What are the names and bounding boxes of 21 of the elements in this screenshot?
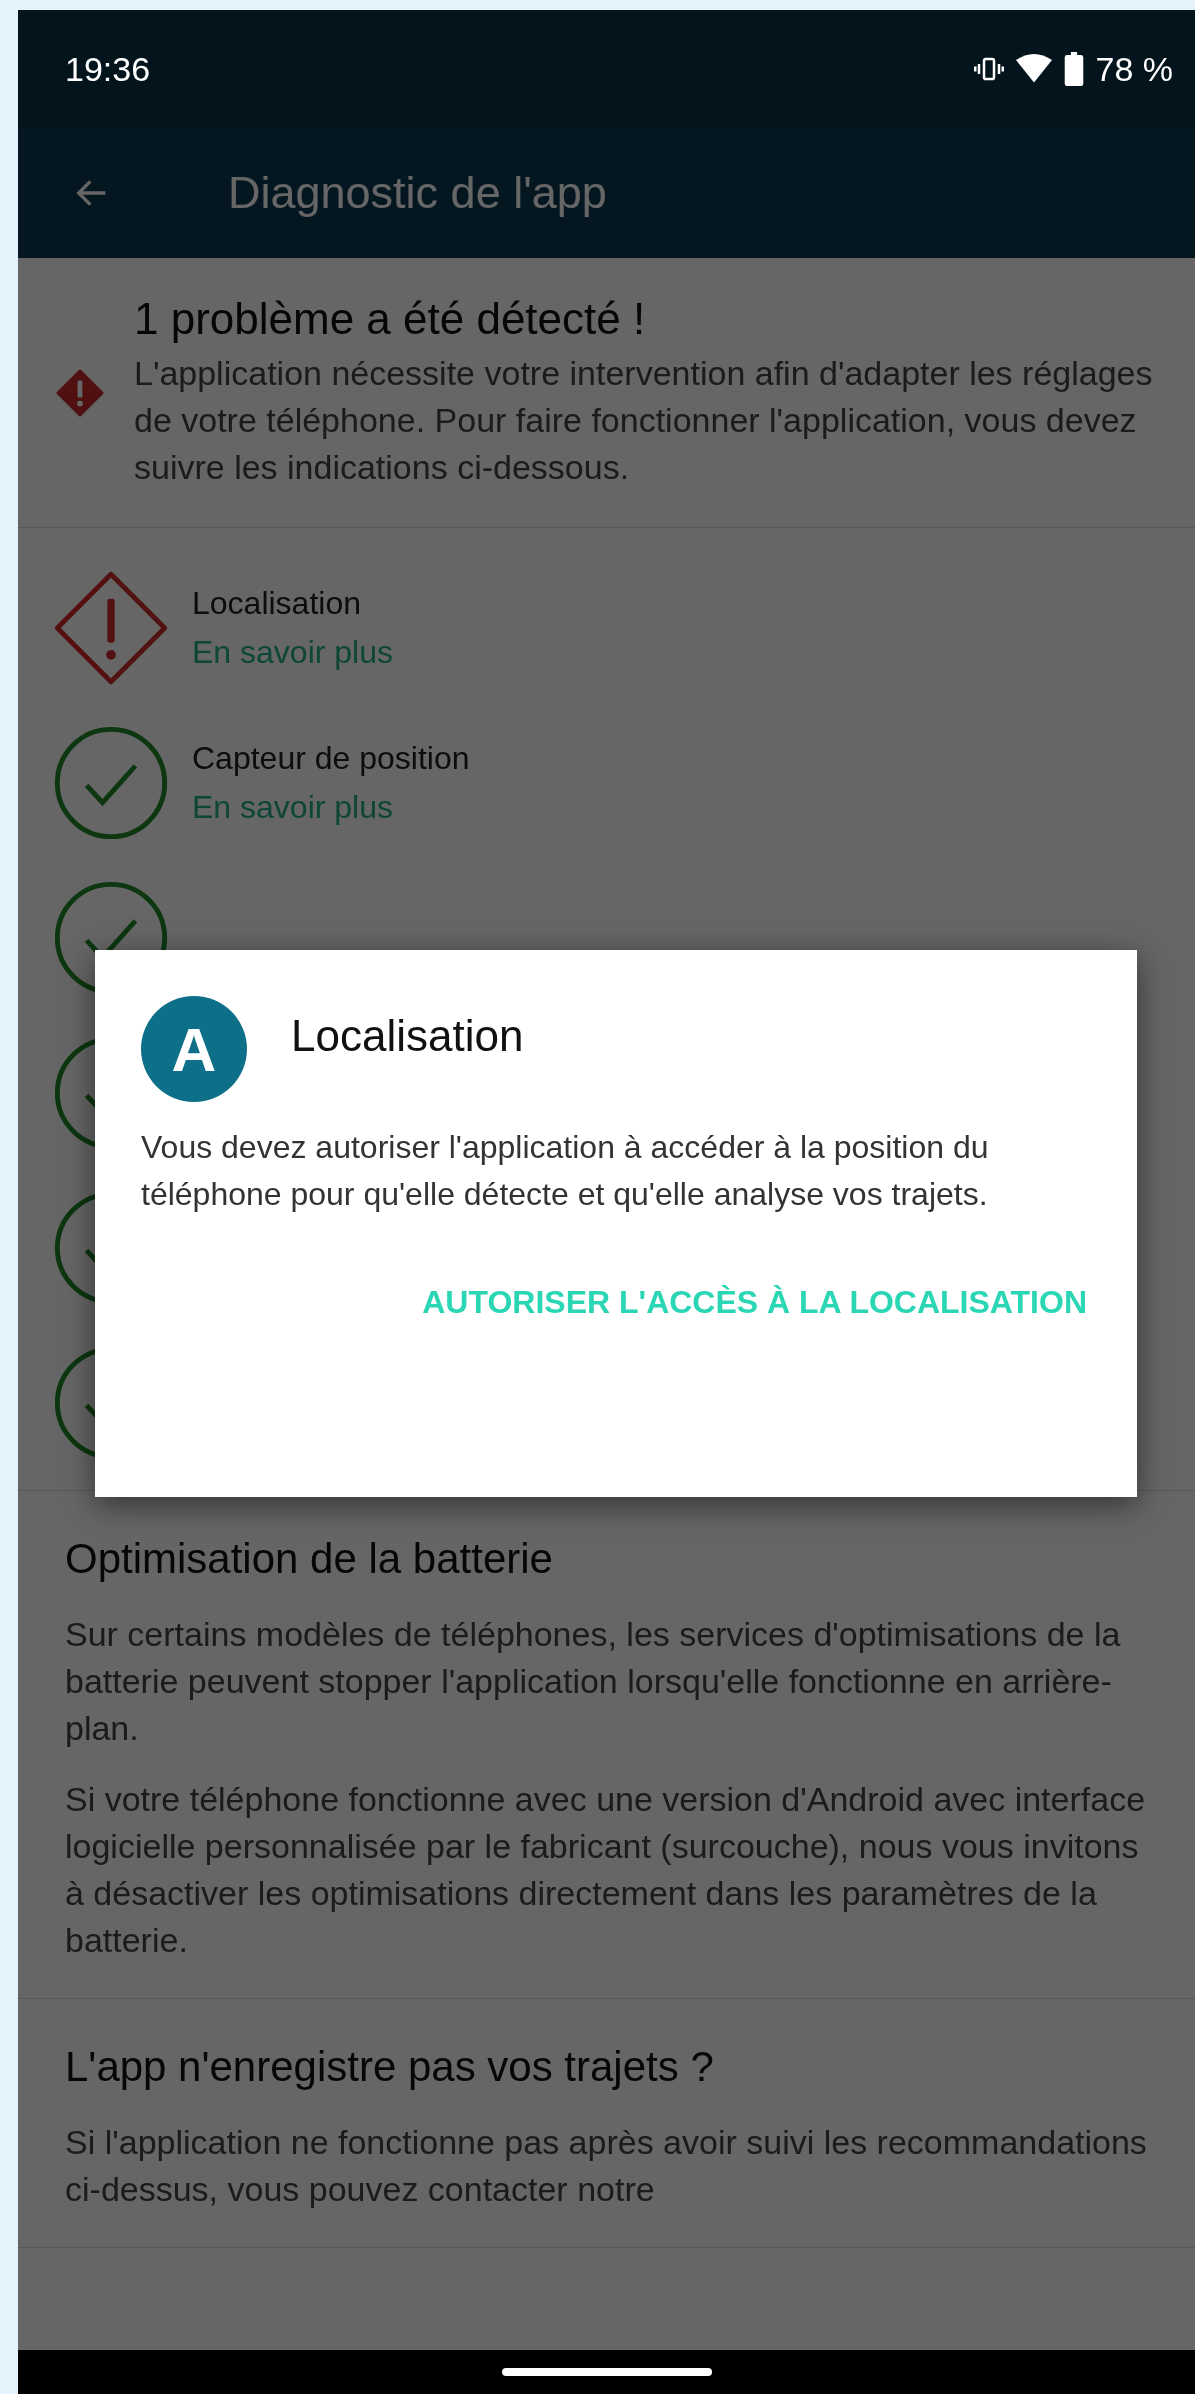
paragraph: Sur certains modèles de téléphones, les services d'optimisations de la batterie peuvent stopper l'application lorsqu'elle fonctionne en arrière-plan.: [65, 1614, 1122, 1749]
learn-more-link[interactable]: En savoir plus: [192, 788, 470, 826]
app-avatar: A: [141, 996, 247, 1102]
allow-location-button[interactable]: AUTORISER L'ACCÈS À LA LOCALISATION: [418, 1270, 1091, 1335]
section-heading: Optimisation de la batterie: [65, 1535, 554, 1583]
alert-title: 1 problème a été détecté !: [134, 294, 647, 344]
battery-percentage: 78 %: [1095, 49, 1173, 89]
check-title: Localisation: [192, 584, 362, 622]
learn-more-link[interactable]: En savoir plus: [192, 633, 393, 671]
section-heading: L'app n'enregistre pas vos trajets ?: [65, 2043, 715, 2091]
home-handle[interactable]: [501, 2368, 712, 2376]
paragraph: Si l'application ne fonctionne pas après avoir suivi les recommandations ci-dessus, vous pouvez contacter notre: [65, 2122, 1148, 2210]
wifi-icon: [1015, 54, 1052, 84]
paragraph: Si votre téléphone fonctionne avec une version d'Android avec interface logicielle personnalisée par le fabricant (surcouche), nous vous invitons à désactiver les optimisations directement dans les paramètres de la batterie.: [65, 1779, 1147, 1961]
alert-message: L'application nécessite votre intervention afin d'adapter les réglages de votre téléphone. Pour faire fonctionner l'application, vous devez suivre les indications ci-dessous.: [134, 353, 1154, 488]
battery-icon: [1063, 52, 1084, 86]
clock-time: 19:36: [65, 49, 151, 89]
check-title: Capteur de position: [192, 739, 470, 777]
screen-title: Diagnostic de l'app: [228, 167, 607, 219]
dialog-title: Localisation: [291, 1011, 524, 1061]
dialog-message: Vous devez autoriser l'application à accéder à la position du téléphone pour qu'elle détecte et qu'elle analyse vos trajets.: [141, 1128, 990, 1214]
